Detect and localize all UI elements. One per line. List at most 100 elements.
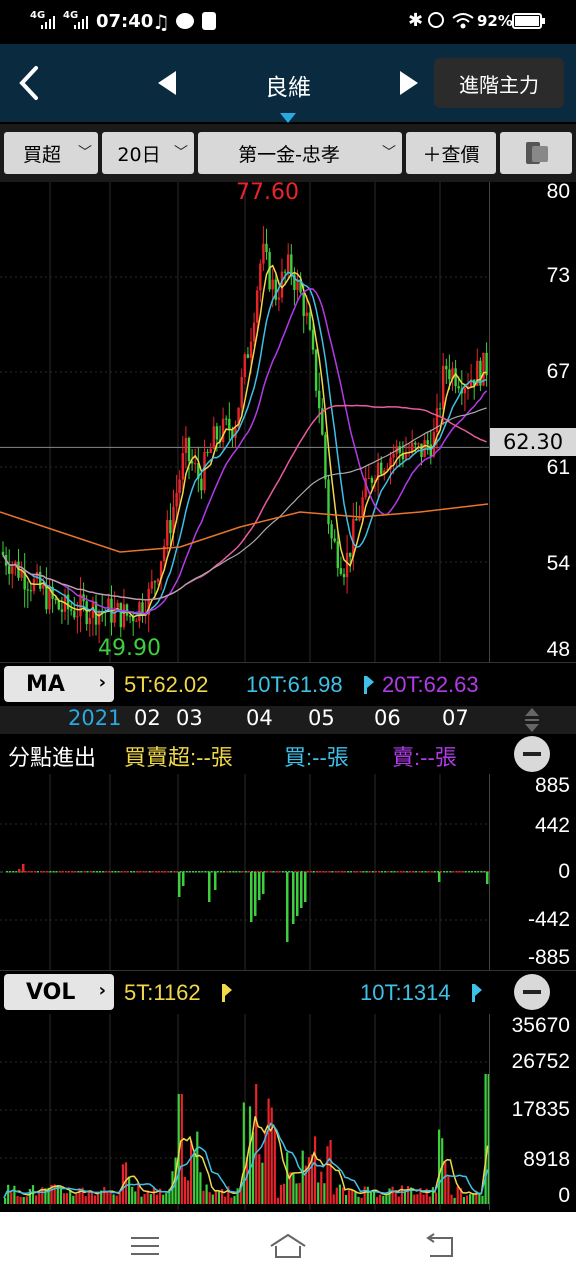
branch-bar	[262, 872, 265, 894]
branch-bar-tick	[334, 871, 337, 873]
branch-bar-tick	[464, 871, 467, 873]
branch-bar-tick	[161, 871, 163, 873]
ma-button[interactable]: MA ›	[4, 666, 114, 702]
branch-bar-tick	[269, 871, 272, 873]
collapse-branch-button[interactable]	[514, 736, 550, 772]
music-icon: ♫	[152, 10, 170, 34]
candle-body	[125, 604, 129, 616]
volume-bar	[183, 1176, 186, 1204]
volume-bar	[199, 1172, 202, 1204]
axis-divider	[489, 774, 490, 970]
back-button[interactable]	[14, 64, 44, 102]
branch-bar-tick	[325, 871, 328, 873]
volume-bar	[341, 1187, 345, 1204]
vol-button[interactable]: VOL ›	[4, 974, 114, 1010]
resize-handle-icon[interactable]	[522, 706, 542, 734]
branch-bar-tick	[353, 871, 356, 873]
advanced-main-force-button[interactable]: 進階主力	[434, 58, 564, 108]
ma240-line	[0, 503, 489, 553]
branch-axis-label: 0	[558, 860, 570, 883]
branch-bar-tick	[446, 871, 449, 873]
candle-body	[333, 538, 336, 542]
volume-bar	[103, 1187, 106, 1204]
price-chart[interactable]	[0, 182, 490, 662]
branch-bar-tick	[316, 871, 318, 873]
branch-bar-tick	[86, 871, 89, 873]
branch-bar-tick	[247, 871, 250, 873]
volume-bar	[453, 1197, 456, 1204]
branch-bar-tick	[173, 871, 176, 873]
volume-bar	[441, 1138, 444, 1204]
volume-bar	[152, 1187, 155, 1204]
branch-bar-tick	[33, 871, 36, 873]
candle-body	[169, 520, 172, 534]
branch-axis-label: 442	[534, 814, 570, 837]
candle-body	[262, 243, 265, 264]
rotate-screen-button[interactable]	[500, 132, 572, 174]
menu-icon[interactable]	[130, 1234, 160, 1258]
branch-bar-tick	[312, 871, 315, 873]
type-select[interactable]: 買超 ﹀	[4, 132, 98, 174]
vol-ma5-marker-icon	[222, 984, 232, 1002]
candle-body	[166, 520, 169, 546]
branch-bar-tick	[61, 871, 64, 873]
candle-body	[339, 568, 343, 574]
volume-chart[interactable]	[0, 1014, 490, 1210]
candle-body	[438, 408, 442, 410]
volume-bar	[369, 1191, 372, 1204]
chevron-down-icon: ﹀	[382, 145, 396, 161]
branch-bar-tick	[374, 871, 377, 873]
candle-body	[463, 387, 467, 394]
candle-body	[246, 354, 250, 358]
branch-bar	[304, 872, 307, 902]
volume-bar	[10, 1192, 13, 1204]
candle-body	[181, 453, 184, 480]
title-dropdown-icon[interactable]	[280, 108, 296, 123]
branch-net-legend: 買賣超:--張	[124, 745, 233, 770]
candle-body	[370, 477, 374, 483]
add-quote-button[interactable]: ＋查價	[406, 132, 496, 174]
candle-body	[243, 354, 246, 378]
prev-stock-button[interactable]	[156, 70, 178, 96]
candle-body	[342, 573, 346, 578]
branch-bar-tick	[102, 871, 105, 873]
stock-title[interactable]: 良維	[240, 68, 336, 102]
candle-body	[175, 493, 178, 507]
candle-body	[184, 437, 188, 454]
broker-select[interactable]: 第一金-忠孝 ﹀	[198, 132, 402, 174]
signal-icon-2	[73, 14, 89, 30]
collapse-vol-button[interactable]	[514, 974, 550, 1010]
minus-icon	[523, 752, 541, 756]
volume-bar	[428, 1196, 431, 1204]
next-stock-button[interactable]	[398, 70, 420, 96]
back-nav-icon[interactable]	[424, 1232, 456, 1260]
branch-bar-tick	[337, 871, 340, 873]
candle-body	[290, 254, 293, 275]
branch-bar-tick	[117, 871, 120, 873]
volume-bar	[447, 1175, 450, 1204]
volume-bar	[236, 1188, 239, 1204]
branch-bar-tick	[365, 871, 368, 873]
branch-bar-tick	[381, 871, 384, 873]
candle-body	[119, 602, 122, 628]
branch-chart[interactable]	[0, 774, 490, 970]
branch-bar-tick	[192, 871, 194, 873]
volume-bar	[7, 1184, 10, 1204]
candle-body	[414, 442, 417, 445]
branch-bar-tick	[452, 871, 455, 873]
branch-bar	[292, 872, 295, 924]
period-select[interactable]: 20日 ﹀	[102, 132, 194, 174]
candle-body	[32, 578, 36, 592]
candle-body	[73, 610, 76, 618]
home-icon[interactable]	[268, 1232, 308, 1260]
branch-bar-tick	[384, 871, 387, 873]
volume-bar	[66, 1193, 69, 1204]
branch-bar-tick	[219, 871, 222, 873]
branch-bar-tick	[319, 871, 322, 873]
branch-bar-tick	[241, 871, 244, 873]
branch-bar	[208, 872, 211, 902]
branch-axis-label: 885	[534, 774, 570, 797]
candle-body	[330, 524, 333, 539]
volume-bar	[323, 1183, 326, 1204]
volume-bar	[214, 1191, 217, 1204]
